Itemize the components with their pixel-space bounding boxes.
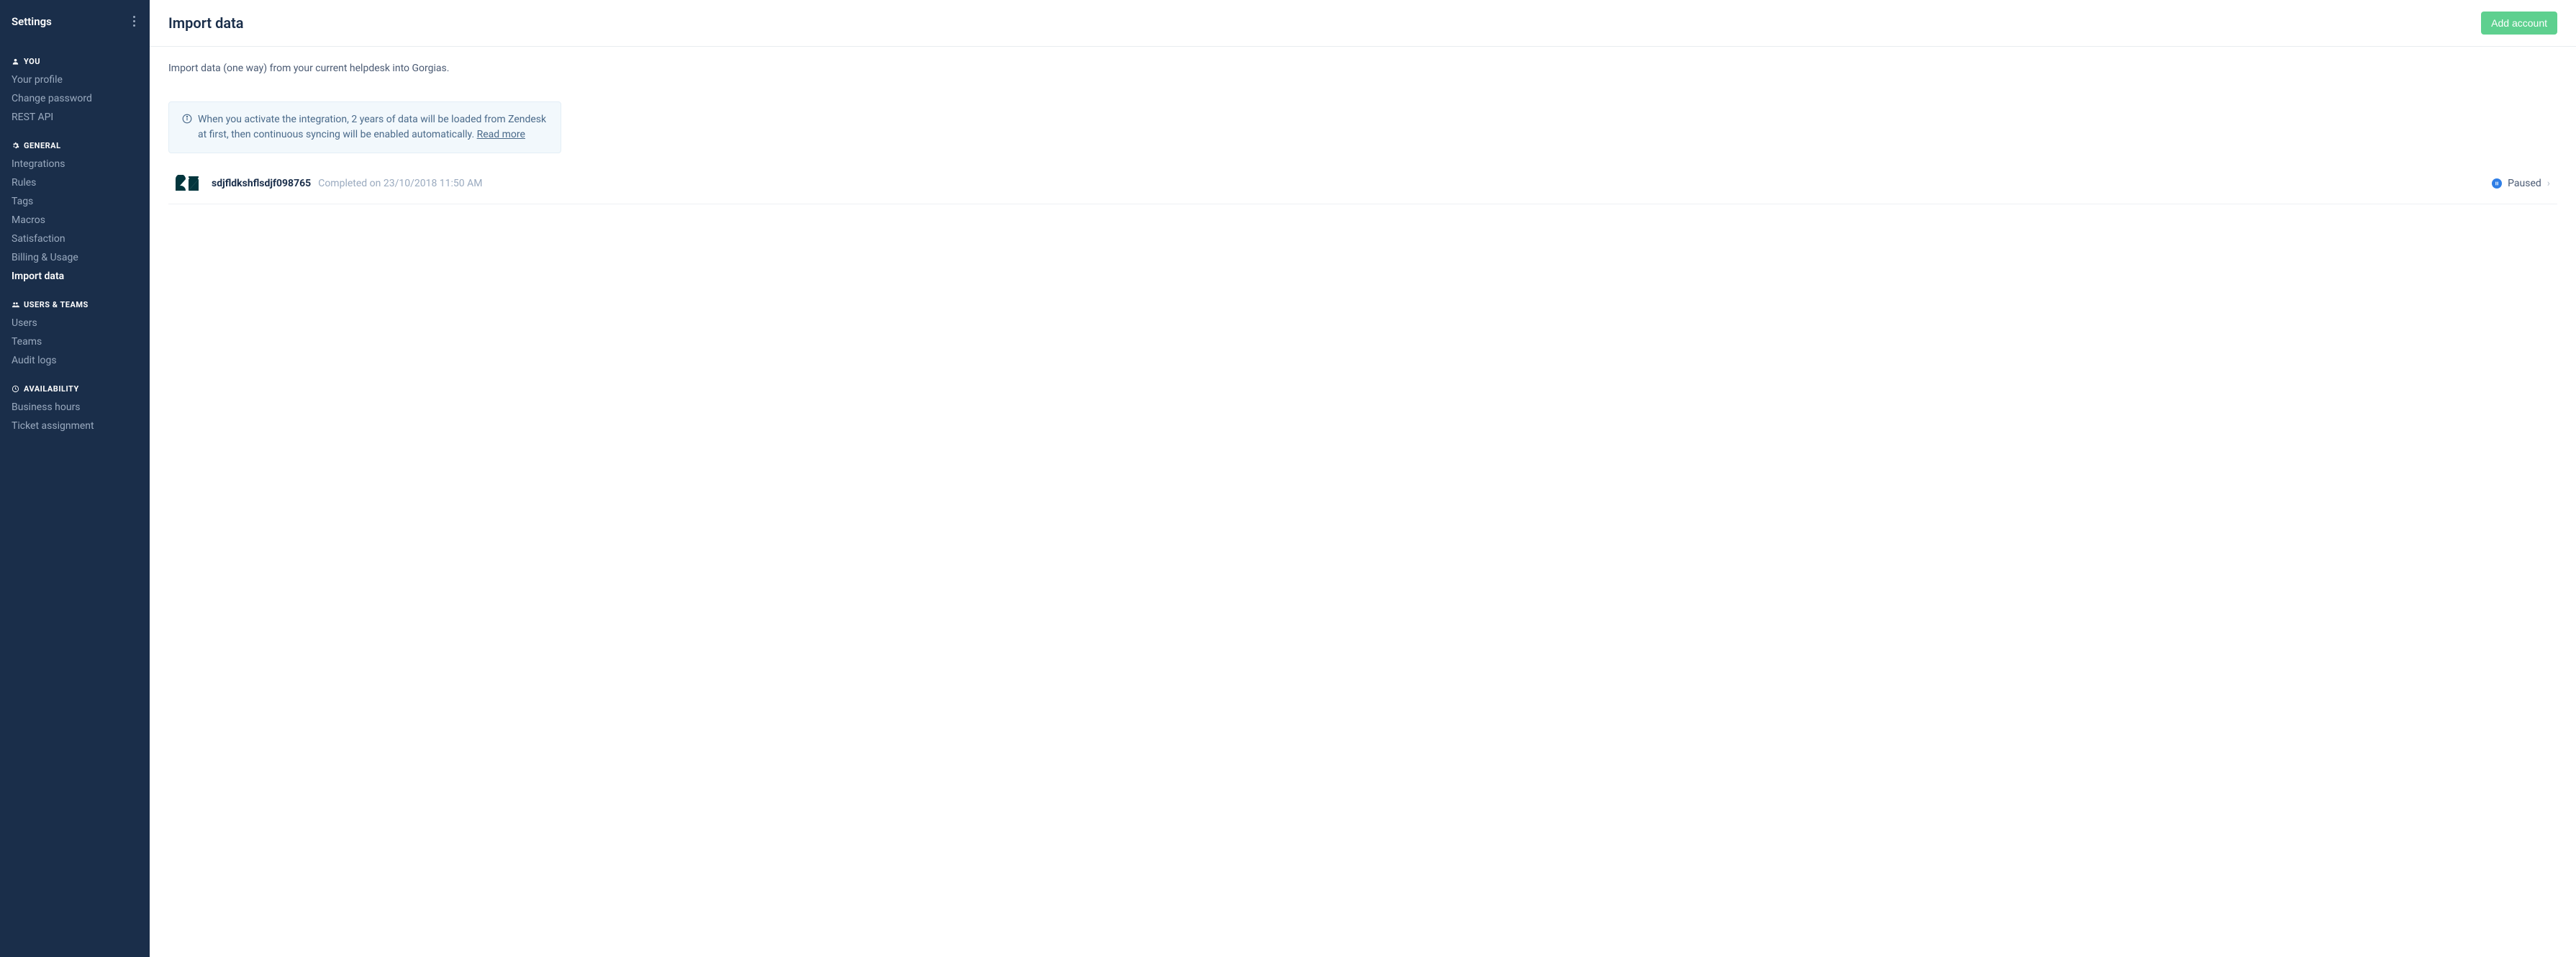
sidebar-section-you: YOU Your profile Change password REST AP… bbox=[0, 53, 150, 127]
main-content: Import data Add account Import data (one… bbox=[150, 0, 2576, 957]
sidebar-header: Settings bbox=[0, 0, 150, 42]
sidebar-item-integrations[interactable]: Integrations bbox=[0, 155, 150, 173]
sidebar-item-your-profile[interactable]: Your profile bbox=[0, 71, 150, 89]
sidebar-title: Settings bbox=[12, 15, 52, 28]
sidebar-item-satisfaction[interactable]: Satisfaction bbox=[0, 230, 150, 248]
sidebar-section-label: AVAILABILITY bbox=[24, 384, 79, 394]
sidebar-item-rest-api[interactable]: REST API bbox=[0, 108, 150, 127]
sidebar-section-header-you: YOU bbox=[0, 53, 150, 71]
sidebar-section-header-general: GENERAL bbox=[0, 137, 150, 155]
main-header: Import data Add account bbox=[150, 0, 2576, 47]
gear-icon bbox=[12, 142, 19, 150]
people-icon bbox=[12, 301, 19, 309]
page-title: Import data bbox=[168, 14, 244, 32]
add-account-button[interactable]: Add account bbox=[2481, 12, 2557, 35]
integration-status: Paused › bbox=[2492, 178, 2550, 189]
sidebar-section-label: YOU bbox=[24, 57, 40, 66]
sidebar-item-business-hours[interactable]: Business hours bbox=[0, 398, 150, 417]
sidebar-item-rules[interactable]: Rules bbox=[0, 173, 150, 192]
integration-meta: Completed on 23/10/2018 11:50 AM bbox=[318, 178, 2492, 189]
sidebar-item-audit-logs[interactable]: Audit logs bbox=[0, 351, 150, 370]
sidebar-item-billing-usage[interactable]: Billing & Usage bbox=[0, 248, 150, 267]
integration-row[interactable]: sdjfldkshflsdjf098765 Completed on 23/10… bbox=[168, 163, 2557, 204]
sidebar-item-change-password[interactable]: Change password bbox=[0, 89, 150, 108]
content-area: Import data (one way) from your current … bbox=[150, 47, 2576, 220]
page-description: Import data (one way) from your current … bbox=[168, 63, 2557, 74]
integration-status-label: Paused bbox=[2508, 178, 2541, 189]
info-callout: When you activate the integration, 2 yea… bbox=[168, 101, 561, 153]
info-text: When you activate the integration, 2 yea… bbox=[198, 112, 548, 142]
read-more-link[interactable]: Read more bbox=[477, 129, 525, 140]
sidebar-section-label: USERS & TEAMS bbox=[24, 300, 89, 309]
sidebar-item-import-data[interactable]: Import data bbox=[0, 267, 150, 286]
integration-name: sdjfldkshflsdjf098765 bbox=[212, 178, 311, 189]
chevron-right-icon: › bbox=[2547, 178, 2550, 189]
sidebar-section-availability: AVAILABILITY Business hours Ticket assig… bbox=[0, 380, 150, 435]
sidebar-section-header-availability: AVAILABILITY bbox=[0, 380, 150, 398]
sidebar-section-label: GENERAL bbox=[24, 141, 61, 150]
sidebar-section-general: GENERAL Integrations Rules Tags Macros S… bbox=[0, 137, 150, 286]
kebab-menu-icon[interactable] bbox=[130, 13, 138, 30]
clock-icon bbox=[12, 385, 19, 393]
sidebar-section-header-users-teams: USERS & TEAMS bbox=[0, 296, 150, 314]
sidebar-section-users-teams: USERS & TEAMS Users Teams Audit logs bbox=[0, 296, 150, 370]
sidebar-item-ticket-assignment[interactable]: Ticket assignment bbox=[0, 417, 150, 435]
sidebar-item-macros[interactable]: Macros bbox=[0, 211, 150, 230]
info-icon bbox=[182, 114, 192, 142]
person-icon bbox=[12, 58, 19, 65]
zendesk-icon bbox=[176, 175, 199, 192]
pause-icon bbox=[2492, 178, 2502, 189]
sidebar-item-tags[interactable]: Tags bbox=[0, 192, 150, 211]
sidebar-item-users[interactable]: Users bbox=[0, 314, 150, 332]
settings-sidebar: Settings YOU Your profile Change passwor… bbox=[0, 0, 150, 957]
sidebar-item-teams[interactable]: Teams bbox=[0, 332, 150, 351]
